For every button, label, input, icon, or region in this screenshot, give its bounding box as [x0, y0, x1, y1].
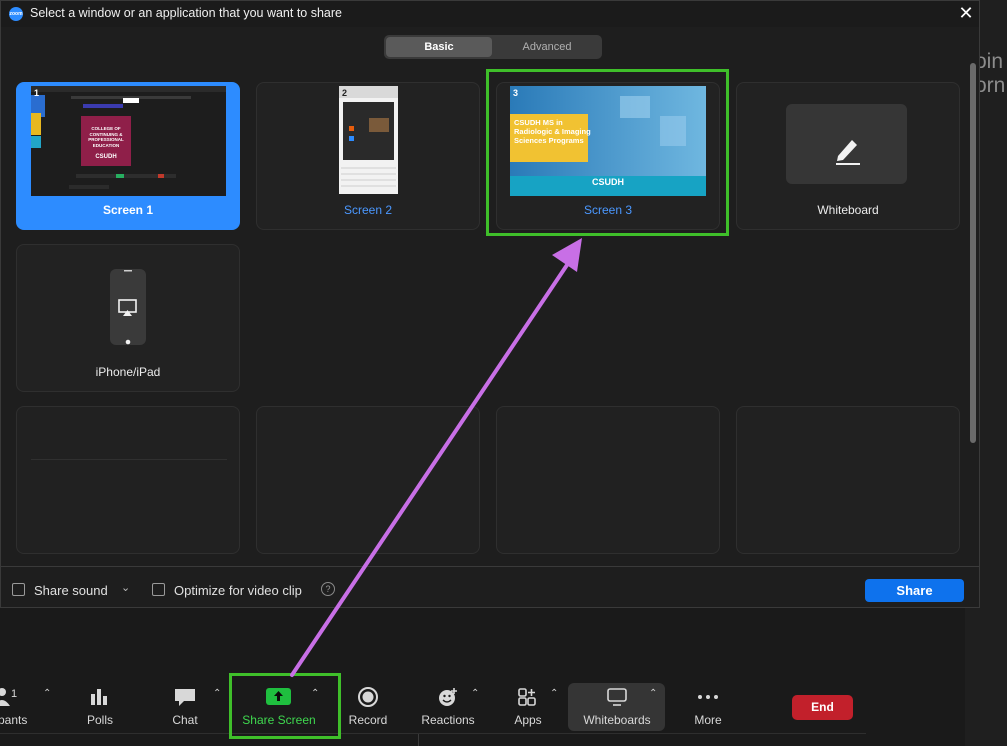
- annotation-arrow: [290, 238, 582, 677]
